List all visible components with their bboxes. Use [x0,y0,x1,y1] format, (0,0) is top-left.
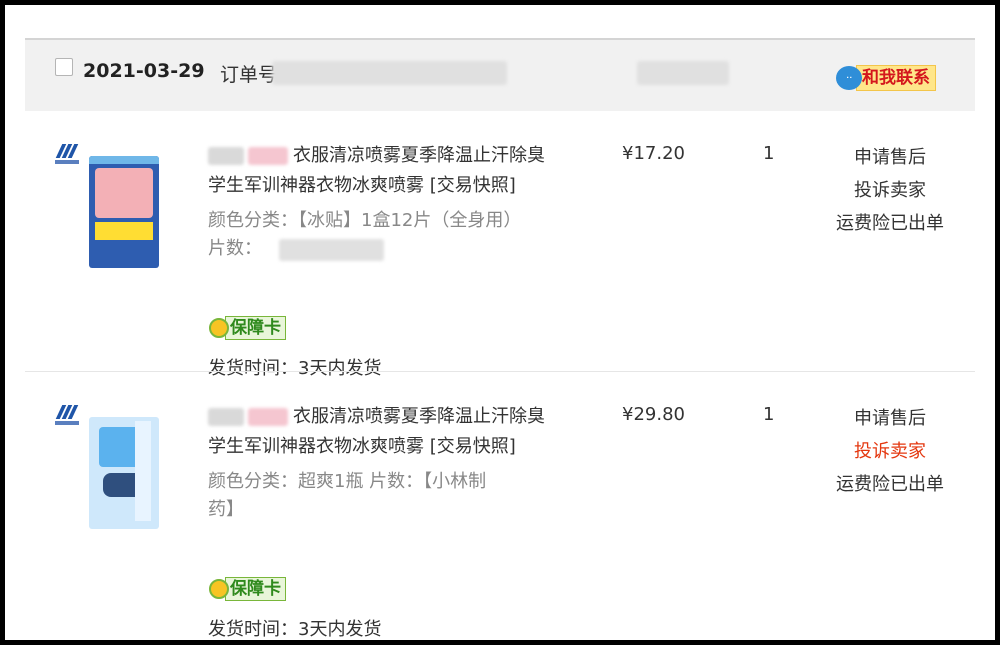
item-quantity: 1 [763,404,775,425]
attr-count-redacted [279,239,384,261]
product-attributes: 颜色分类：【冰贴】1盒12片（全身用） 片数： [208,207,568,263]
apply-after-sales-link[interactable]: 申请售后 [815,402,965,435]
product-attributes: 颜色分类：超爽1瓶 片数：【小林制 药】 [208,468,568,524]
attr-color: 颜色分类：【冰贴】1盒12片（全身用） [208,210,522,231]
product-image[interactable] [89,417,159,529]
product-title-line2: 学生军训神器衣物冰爽喷雾 [208,436,424,457]
item-price: ¥17.20 [622,143,685,164]
guarantee-card-badge[interactable]: 保障卡 [209,316,295,340]
contact-seller-label: 和我联系 [856,65,936,91]
item-actions: 申请售后 投诉卖家 运费险已出单 [815,402,965,501]
order-card: 2021-03-29 订单号 和我联系 ᐧᐧ 衣服清凉喷雾夏季降温止汗除臭 学生… [25,38,975,640]
order-item: 衣服清凉喷雾夏季降温止汗除臭 学生军训神器衣物冰爽喷雾 [交易快照] 颜色分类：… [25,371,975,640]
chat-bubble-icon: ᐧᐧ [836,66,862,90]
guarantee-card-label: 保障卡 [225,316,286,340]
item-price: ¥29.80 [622,404,685,425]
product-title-line1: 衣服清凉喷雾夏季降温止汗除臭 [293,145,545,166]
shipping-time: 发货时间：3天内发货 [208,619,382,640]
order-item: 衣服清凉喷雾夏季降温止汗除臭 学生军训神器衣物冰爽喷雾 [交易快照] 颜色分类：… [25,111,975,379]
product-title-line1: 衣服清凉喷雾夏季降温止汗除臭 [293,406,545,427]
order-select-checkbox[interactable] [55,58,73,76]
product-title-link[interactable]: 衣服清凉喷雾夏季降温止汗除臭 学生军训神器衣物冰爽喷雾 [交易快照] [208,402,598,462]
shipping-insurance-link[interactable]: 运费险已出单 [815,468,965,501]
item-quantity: 1 [763,143,775,164]
attr-count-label: 片数： [208,238,262,259]
product-title-line2: 学生军训神器衣物冰爽喷雾 [208,175,424,196]
attr-count: 药】 [208,499,244,520]
complain-seller-link[interactable]: 投诉卖家 [815,435,965,468]
order-number-label: 订单号 [220,64,278,86]
complain-seller-link[interactable]: 投诉卖家 [815,174,965,207]
product-image[interactable] [89,156,159,268]
kobayashi-logo-icon [55,405,85,427]
item-actions: 申请售后 投诉卖家 运费险已出单 [815,141,965,240]
order-number-redacted [272,61,507,85]
order-date: 2021-03-29 [83,60,205,82]
guarantee-card-label: 保障卡 [225,577,286,601]
shipping-insurance-link[interactable]: 运费险已出单 [815,207,965,240]
guarantee-card-badge[interactable]: 保障卡 [209,577,295,601]
contact-seller-button[interactable]: 和我联系 ᐧᐧ [836,65,950,91]
seller-name-redacted [637,61,729,85]
attr-color: 颜色分类：超爽1瓶 片数：【小林制 [208,471,487,492]
flower-icon [209,579,229,599]
apply-after-sales-link[interactable]: 申请售后 [815,141,965,174]
snapshot-link[interactable]: [交易快照] [430,436,516,457]
order-header: 2021-03-29 订单号 和我联系 ᐧᐧ [25,38,975,111]
flower-icon [209,318,229,338]
product-title-link[interactable]: 衣服清凉喷雾夏季降温止汗除臭 学生军训神器衣物冰爽喷雾 [交易快照] [208,141,598,201]
snapshot-link[interactable]: [交易快照] [430,175,516,196]
kobayashi-logo-icon [55,144,85,166]
